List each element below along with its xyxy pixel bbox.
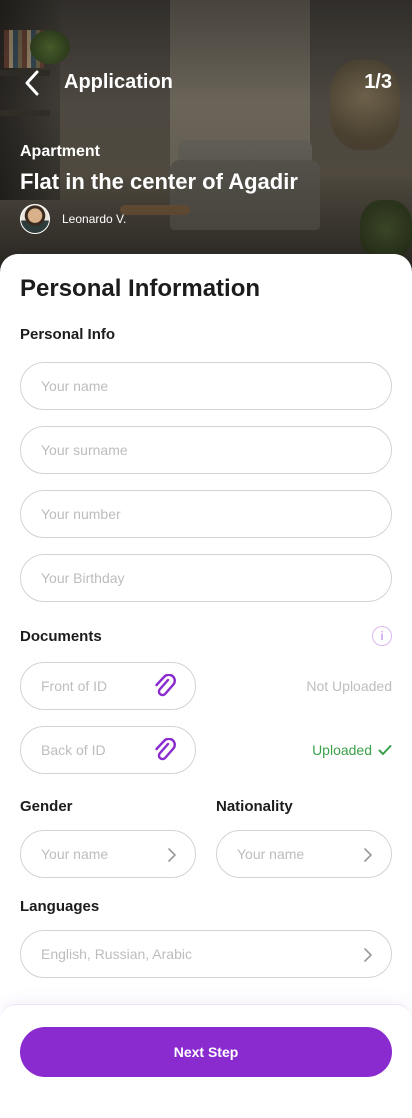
birthday-field[interactable] <box>20 554 392 602</box>
checkmark-icon <box>378 745 392 755</box>
hero-image: Application 1/3 Apartment Flat in the ce… <box>0 0 412 290</box>
languages-value: English, Russian, Arabic <box>41 946 192 962</box>
footer-bar: Next Step <box>0 1004 412 1118</box>
nationality-value: Your name <box>237 846 305 862</box>
documents-label: Documents <box>20 628 102 645</box>
chevron-right-icon <box>364 848 372 862</box>
chevron-left-icon <box>25 70 39 96</box>
step-counter: 1/3 <box>364 71 392 93</box>
section-title: Personal Information <box>20 275 261 302</box>
listing-category: Apartment <box>20 143 101 160</box>
back-id-status-text: Uploaded <box>312 742 372 758</box>
next-step-button[interactable]: Next Step <box>20 1027 392 1077</box>
front-id-upload[interactable]: Front of ID <box>20 662 196 710</box>
chevron-right-icon <box>168 848 176 862</box>
paperclip-icon <box>155 738 176 761</box>
nationality-label: Nationality <box>216 798 293 815</box>
back-id-upload[interactable]: Back of ID <box>20 726 196 774</box>
chevron-right-icon <box>364 948 372 962</box>
front-id-status: Not Uploaded <box>306 678 392 694</box>
languages-label: Languages <box>20 898 100 915</box>
name-input[interactable] <box>41 363 371 409</box>
back-id-status: Uploaded <box>312 742 392 758</box>
number-input[interactable] <box>41 491 371 537</box>
avatar <box>20 204 50 234</box>
personal-info-label: Personal Info <box>20 326 116 343</box>
front-id-label: Front of ID <box>41 678 108 694</box>
languages-select[interactable]: English, Russian, Arabic <box>20 930 392 978</box>
gender-value: Your name <box>41 846 109 862</box>
top-bar: Application 1/3 <box>0 62 412 104</box>
listing-title: Flat in the center of Agadir <box>20 169 298 194</box>
info-icon[interactable]: i <box>372 626 392 646</box>
number-field[interactable] <box>20 490 392 538</box>
gender-label: Gender <box>20 798 73 815</box>
page-title: Application <box>64 71 173 93</box>
back-button[interactable] <box>18 68 46 98</box>
nationality-select[interactable]: Your name <box>216 830 392 878</box>
surname-input[interactable] <box>41 427 371 473</box>
gender-select[interactable]: Your name <box>20 830 196 878</box>
form-sheet: Personal Information Personal Info Docum… <box>0 254 412 1118</box>
back-id-label: Back of ID <box>41 742 106 758</box>
name-field[interactable] <box>20 362 392 410</box>
birthday-input[interactable] <box>41 555 371 601</box>
paperclip-icon <box>155 674 176 697</box>
host-info[interactable]: Leonardo V. <box>20 204 126 234</box>
surname-field[interactable] <box>20 426 392 474</box>
host-name: Leonardo V. <box>62 212 127 226</box>
